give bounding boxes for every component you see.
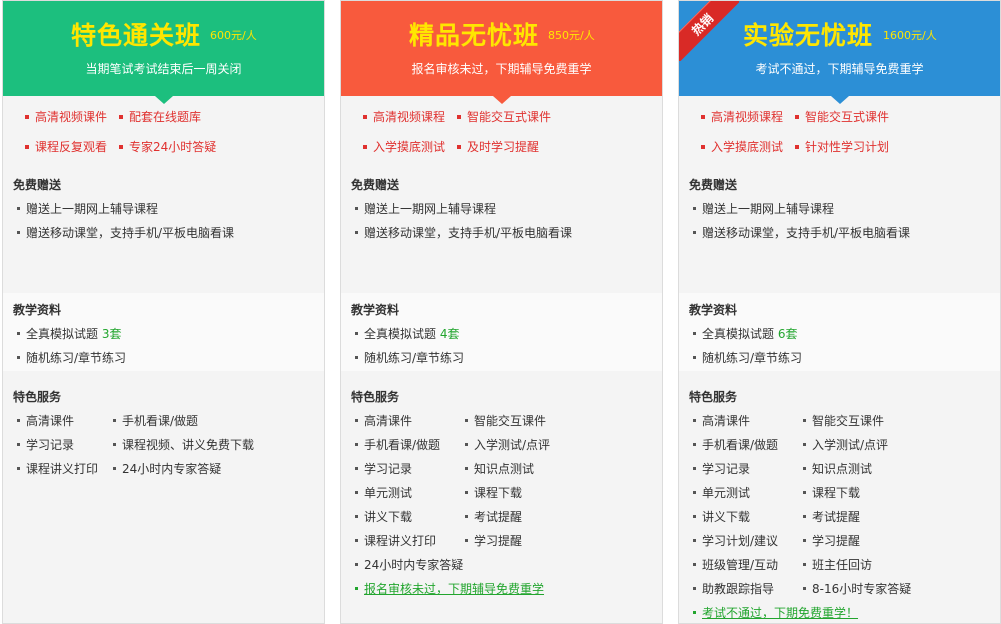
- section-title: 特色服务: [13, 390, 62, 404]
- list-item: 高清课件: [355, 413, 412, 429]
- list-item: 随机练习/章节练习: [355, 350, 464, 366]
- list-item: 课程讲义打印: [355, 533, 436, 549]
- highlight-item: 专家24小时答疑: [119, 139, 216, 155]
- plan-price: 1600元/人: [883, 29, 937, 42]
- exam-count: 4套: [439, 327, 460, 341]
- plan-subtitle: 当期笔试考试结束后一周关闭: [85, 62, 242, 76]
- list-item: 高清课件: [693, 413, 750, 429]
- list-item: 全真模拟试题 6套: [693, 326, 797, 342]
- plan-price: 850元/人: [548, 29, 595, 42]
- section-title: 免费赠送: [689, 178, 738, 192]
- plan-card-jingpin: 精品无忧班 850元/人 报名审核未过，下期辅导免费重学 高清视频课程 智能交互…: [340, 0, 663, 624]
- list-item: 学习计划/建议: [693, 533, 778, 549]
- list-item: 随机练习/章节练习: [693, 350, 802, 366]
- list-item: 课程下载: [803, 485, 860, 501]
- list-item: 单元测试: [355, 485, 412, 501]
- plan-card-shiyan: 实验无忧班 1600元/人 考试不通过，下期辅导免费重学 热销 高清视频课程 智…: [678, 0, 1001, 624]
- plan-card-tese: 特色通关班 600元/人 当期笔试考试结束后一周关闭 高清视频课件 配套在线题库…: [2, 0, 325, 624]
- list-item: 随机练习/章节练习: [17, 350, 126, 366]
- header-pointer: [492, 96, 511, 104]
- section-title: 特色服务: [689, 390, 738, 404]
- header-pointer: [830, 96, 849, 104]
- plan-title: 精品无忧班: [409, 21, 540, 50]
- list-item: 赠送移动课堂，支持手机/平板电脑看课: [17, 225, 234, 241]
- section-title: 教学资料: [689, 303, 738, 317]
- highlight-item: 高清视频课程: [701, 109, 783, 125]
- list-item: 赠送移动课堂，支持手机/平板电脑看课: [693, 225, 910, 241]
- plan-price: 600元/人: [210, 29, 257, 42]
- highlight-item: 课程反复观看: [25, 139, 107, 155]
- list-item: 班主任回访: [803, 557, 872, 573]
- plan-subtitle: 报名审核未过，下期辅导免费重学: [411, 62, 592, 76]
- section-title: 教学资料: [13, 303, 62, 317]
- list-item: 知识点测试: [803, 461, 872, 477]
- highlight-item: 入学摸底测试: [701, 139, 783, 155]
- list-item: 课程讲义打印: [17, 461, 98, 477]
- list-item: 手机看课/做题: [113, 413, 198, 429]
- list-item: 智能交互课件: [803, 413, 884, 429]
- highlight-item: 智能交互式课件: [795, 109, 889, 125]
- list-item: 考试提醒: [803, 509, 860, 525]
- hot-badge-label: 热销: [689, 11, 717, 39]
- list-item: 智能交互课件: [465, 413, 546, 429]
- list-item: 24小时内专家答疑: [113, 461, 221, 477]
- highlight-item: 针对性学习计划: [795, 139, 889, 155]
- list-item: 班级管理/互动: [693, 557, 778, 573]
- plan-header: 特色通关班 600元/人 当期笔试考试结束后一周关闭: [3, 1, 324, 104]
- section-title: 免费赠送: [351, 178, 400, 192]
- list-item: 学习提醒: [465, 533, 522, 549]
- exam-count: 6套: [777, 327, 798, 341]
- plan-header: 精品无忧班 850元/人 报名审核未过，下期辅导免费重学: [341, 1, 662, 104]
- list-item: 入学测试/点评: [465, 437, 550, 453]
- highlight-item: 配套在线题库: [119, 109, 201, 125]
- list-item: 课程下载: [465, 485, 522, 501]
- list-item: 8-16小时专家答疑: [803, 581, 911, 597]
- list-item: 入学测试/点评: [803, 437, 888, 453]
- section-title: 教学资料: [351, 303, 400, 317]
- highlight-item: 高清视频课程: [363, 109, 445, 125]
- plan-subtitle: 考试不通过，下期辅导免费重学: [755, 62, 924, 76]
- highlight-item: 智能交互式课件: [457, 109, 551, 125]
- list-item: 高清课件: [17, 413, 74, 429]
- hot-badge: 热销: [679, 1, 739, 61]
- header-pointer: [154, 96, 173, 104]
- list-item: 手机看课/做题: [693, 437, 778, 453]
- retake-link[interactable]: 考试不通过，下期免费重学！: [693, 605, 858, 621]
- list-item: 全真模拟试题 3套: [17, 326, 121, 342]
- list-item: 学习记录: [693, 461, 750, 477]
- list-item: 助教跟踪指导: [693, 581, 774, 597]
- plan-header: 实验无忧班 1600元/人 考试不通过，下期辅导免费重学 热销: [679, 1, 1000, 104]
- list-item: 全真模拟试题 4套: [355, 326, 459, 342]
- list-item: 赠送上一期网上辅导课程: [693, 201, 834, 217]
- list-item: 考试提醒: [465, 509, 522, 525]
- list-item: 学习记录: [17, 437, 74, 453]
- highlight-item: 入学摸底测试: [363, 139, 445, 155]
- list-item: 单元测试: [693, 485, 750, 501]
- retake-link[interactable]: 报名审核未过，下期辅导免费重学: [355, 581, 544, 597]
- list-item: 赠送上一期网上辅导课程: [17, 201, 158, 217]
- section-title: 免费赠送: [13, 178, 62, 192]
- highlight-item: 高清视频课件: [25, 109, 107, 125]
- list-item: 知识点测试: [465, 461, 534, 477]
- list-item: 赠送移动课堂，支持手机/平板电脑看课: [355, 225, 572, 241]
- highlight-item: 及时学习提醒: [457, 139, 539, 155]
- list-item: 讲义下载: [693, 509, 750, 525]
- list-item: 学习提醒: [803, 533, 860, 549]
- plan-title: 实验无忧班: [743, 21, 874, 50]
- list-item: 课程视频、讲义免费下载: [113, 437, 254, 453]
- list-item: 学习记录: [355, 461, 412, 477]
- list-item: 24小时内专家答疑: [355, 557, 463, 573]
- section-title: 特色服务: [351, 390, 400, 404]
- plan-title: 特色通关班: [71, 21, 202, 50]
- list-item: 赠送上一期网上辅导课程: [355, 201, 496, 217]
- list-item: 手机看课/做题: [355, 437, 440, 453]
- exam-count: 3套: [101, 327, 122, 341]
- list-item: 讲义下载: [355, 509, 412, 525]
